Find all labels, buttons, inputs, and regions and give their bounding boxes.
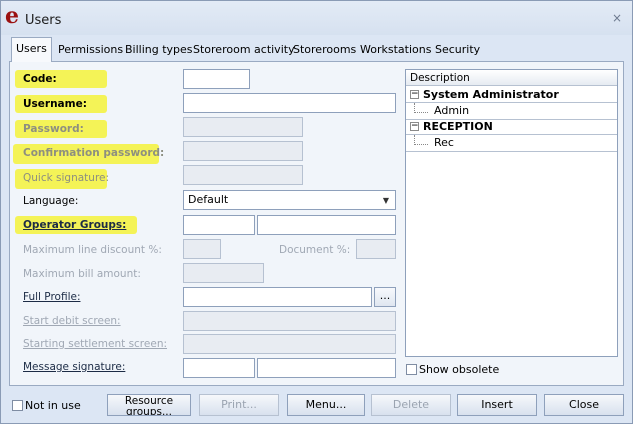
tab-security[interactable]: Security bbox=[431, 39, 484, 61]
message-signature-text-input[interactable] bbox=[257, 358, 396, 378]
tree-connector-icon bbox=[414, 135, 428, 145]
tab-workstations[interactable]: Workstations bbox=[356, 39, 435, 61]
password-input bbox=[183, 117, 303, 137]
max-bill-amount-label: Maximum bill amount: bbox=[23, 268, 141, 280]
start-debit-screen-input bbox=[183, 311, 396, 331]
operator-groups-tree[interactable]: Description − System Administrator Admin… bbox=[405, 69, 618, 357]
max-bill-amount-input bbox=[183, 263, 264, 283]
confirmation-password-label: Confirmation password: bbox=[23, 147, 165, 159]
insert-button[interactable]: Insert bbox=[457, 394, 537, 416]
tree-item-rec[interactable]: Rec bbox=[406, 134, 617, 152]
tree-group-label: System Administrator bbox=[423, 88, 559, 101]
tab-storeroom-activity[interactable]: Storeroom activity bbox=[189, 39, 299, 61]
show-obsolete-checkbox[interactable] bbox=[406, 364, 417, 375]
max-line-discount-input bbox=[183, 239, 221, 259]
message-signature-code-input[interactable] bbox=[183, 358, 255, 378]
document-percent-label: Document %: bbox=[279, 244, 351, 256]
full-profile-browse-button[interactable]: ... bbox=[374, 287, 396, 307]
resource-groups-button[interactable]: Resource groups... bbox=[107, 394, 191, 416]
window-title: Users bbox=[25, 13, 62, 28]
not-in-use-label: Not in use bbox=[25, 399, 81, 412]
tree-group-reception[interactable]: − RECEPTION bbox=[406, 119, 617, 135]
full-profile-input[interactable] bbox=[183, 287, 372, 307]
tab-billing-types[interactable]: Billing types bbox=[121, 39, 197, 61]
password-label: Password: bbox=[23, 123, 84, 135]
tree-item-label: Rec bbox=[434, 136, 454, 149]
close-icon[interactable]: × bbox=[610, 11, 624, 25]
delete-button: Delete bbox=[371, 394, 451, 416]
username-label: Username: bbox=[23, 98, 87, 110]
operator-groups-name-input[interactable] bbox=[257, 215, 396, 235]
document-percent-input bbox=[356, 239, 396, 259]
code-label: Code: bbox=[23, 73, 57, 85]
full-profile-link[interactable]: Full Profile: bbox=[23, 291, 80, 303]
tree-group-system-administrator[interactable]: − System Administrator bbox=[406, 87, 617, 103]
resource-groups-line2: groups... bbox=[126, 406, 172, 416]
message-signature-link[interactable]: Message signature: bbox=[23, 361, 125, 373]
chevron-down-icon: ▼ bbox=[382, 196, 389, 205]
starting-settlement-screen-link: Starting settlement screen: bbox=[23, 338, 168, 350]
tree-item-label: Admin bbox=[434, 104, 470, 117]
language-value: Default bbox=[188, 193, 229, 206]
menu-button[interactable]: Menu... bbox=[287, 394, 365, 416]
collapse-icon[interactable]: − bbox=[410, 90, 419, 99]
collapse-icon[interactable]: − bbox=[410, 122, 419, 131]
username-input[interactable] bbox=[183, 93, 396, 113]
app-logo: e bbox=[5, 3, 19, 29]
start-debit-screen-link: Start debit screen: bbox=[23, 315, 121, 327]
tree-connector-icon bbox=[414, 103, 428, 113]
title-bar: e Users × bbox=[1, 1, 632, 35]
tab-permissions[interactable]: Permissions bbox=[54, 39, 127, 61]
starting-settlement-screen-input bbox=[183, 334, 396, 354]
language-select[interactable]: Default ▼ bbox=[183, 190, 396, 210]
not-in-use-checkbox[interactable] bbox=[12, 400, 23, 411]
tree-item-admin[interactable]: Admin bbox=[406, 102, 617, 120]
tree-group-label: RECEPTION bbox=[423, 120, 493, 133]
tab-storerooms[interactable]: Storerooms bbox=[289, 39, 360, 61]
max-line-discount-label: Maximum line discount %: bbox=[23, 244, 162, 256]
close-button[interactable]: Close bbox=[544, 394, 624, 416]
code-input[interactable] bbox=[183, 69, 250, 89]
users-window: e Users × Users Permissions Billing type… bbox=[0, 0, 633, 424]
show-obsolete-label: Show obsolete bbox=[419, 363, 500, 376]
language-label: Language: bbox=[23, 195, 79, 207]
tab-users[interactable]: Users bbox=[11, 37, 52, 62]
quick-signature-input bbox=[183, 165, 303, 185]
print-button: Print... bbox=[199, 394, 279, 416]
operator-groups-label[interactable]: Operator Groups: bbox=[23, 219, 126, 231]
operator-groups-code-input[interactable] bbox=[183, 215, 255, 235]
quick-signature-label: Quick signature: bbox=[23, 172, 110, 184]
bottom-button-bar: Not in use Resource groups... Print... M… bbox=[1, 391, 632, 423]
tree-column-header: Description bbox=[406, 70, 617, 86]
confirmation-password-input bbox=[183, 141, 303, 161]
